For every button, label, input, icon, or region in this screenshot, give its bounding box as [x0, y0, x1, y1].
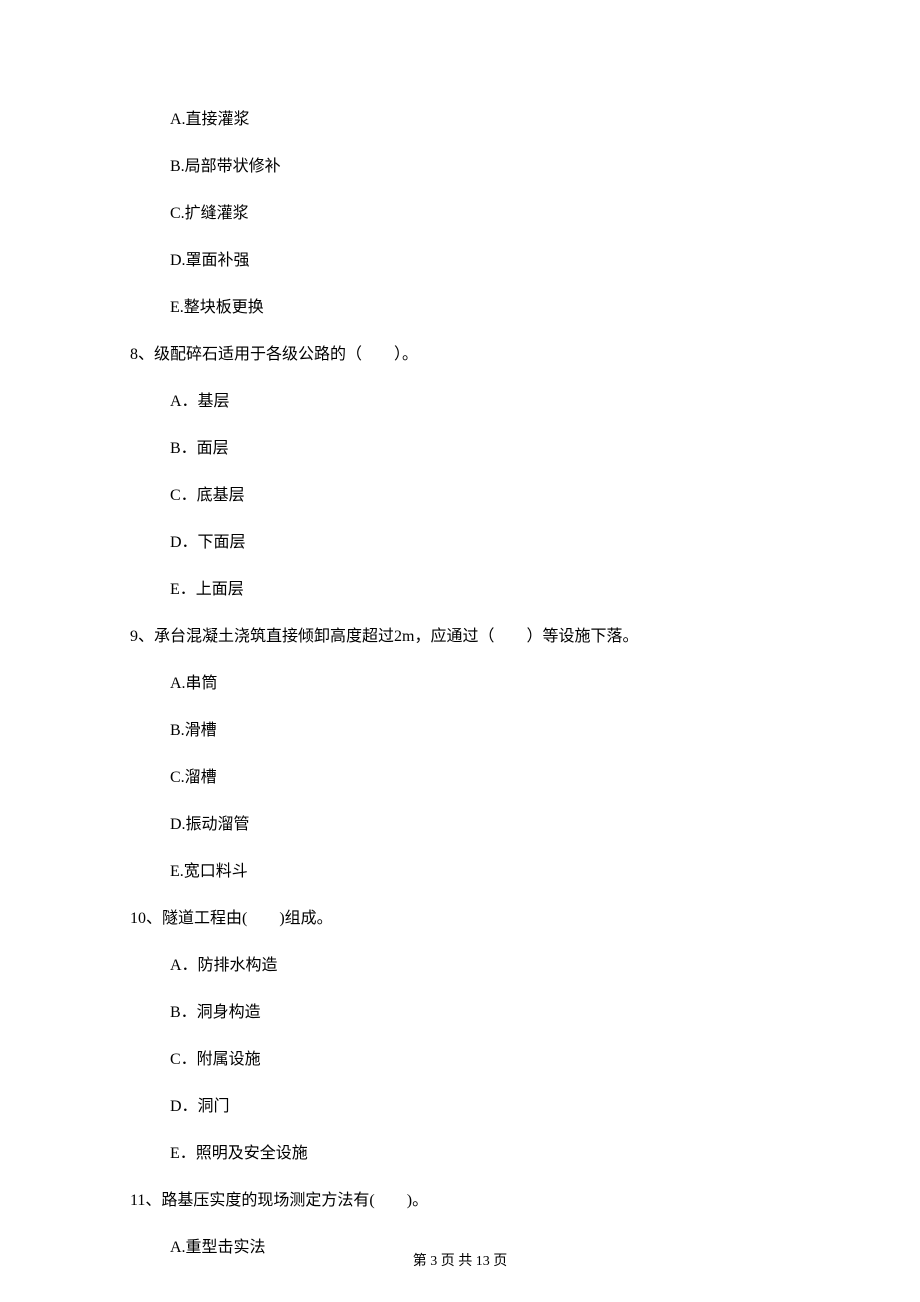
option-9a: A.串筒	[170, 672, 790, 696]
option-10c: C．附属设施	[170, 1048, 790, 1072]
question-10-stem: 10、隧道工程由( )组成。	[130, 907, 790, 931]
option-7c: C.扩缝灌浆	[170, 202, 790, 226]
question-9-options: A.串筒 B.滑槽 C.溜槽 D.振动溜管 E.宽口料斗	[130, 672, 790, 884]
option-7e: E.整块板更换	[170, 296, 790, 320]
question-11-stem: 11、路基压实度的现场测定方法有( )。	[130, 1189, 790, 1213]
option-10d: D．洞门	[170, 1095, 790, 1119]
option-9b: B.滑槽	[170, 719, 790, 743]
question-7-options: A.直接灌浆 B.局部带状修补 C.扩缝灌浆 D.罩面补强 E.整块板更换	[130, 108, 790, 320]
option-10b: B．洞身构造	[170, 1001, 790, 1025]
page-content: A.直接灌浆 B.局部带状修补 C.扩缝灌浆 D.罩面补强 E.整块板更换 8、…	[0, 0, 920, 1260]
question-8-stem: 8、级配碎石适用于各级公路的（ ）。	[130, 343, 790, 367]
option-8c: C．底基层	[170, 484, 790, 508]
option-7a: A.直接灌浆	[170, 108, 790, 132]
question-9-stem: 9、承台混凝土浇筑直接倾卸高度超过2m，应通过（ ）等设施下落。	[130, 625, 790, 649]
page-footer: 第 3 页 共 13 页	[0, 1251, 920, 1272]
option-8b: B．面层	[170, 437, 790, 461]
option-8a: A．基层	[170, 390, 790, 414]
option-7b: B.局部带状修补	[170, 155, 790, 179]
question-8-options: A．基层 B．面层 C．底基层 D．下面层 E．上面层	[130, 390, 790, 602]
option-10a: A．防排水构造	[170, 954, 790, 978]
option-7d: D.罩面补强	[170, 249, 790, 273]
option-9d: D.振动溜管	[170, 813, 790, 837]
option-9e: E.宽口料斗	[170, 860, 790, 884]
option-8d: D．下面层	[170, 531, 790, 555]
option-10e: E．照明及安全设施	[170, 1142, 790, 1166]
option-9c: C.溜槽	[170, 766, 790, 790]
option-8e: E．上面层	[170, 578, 790, 602]
question-10-options: A．防排水构造 B．洞身构造 C．附属设施 D．洞门 E．照明及安全设施	[130, 954, 790, 1166]
